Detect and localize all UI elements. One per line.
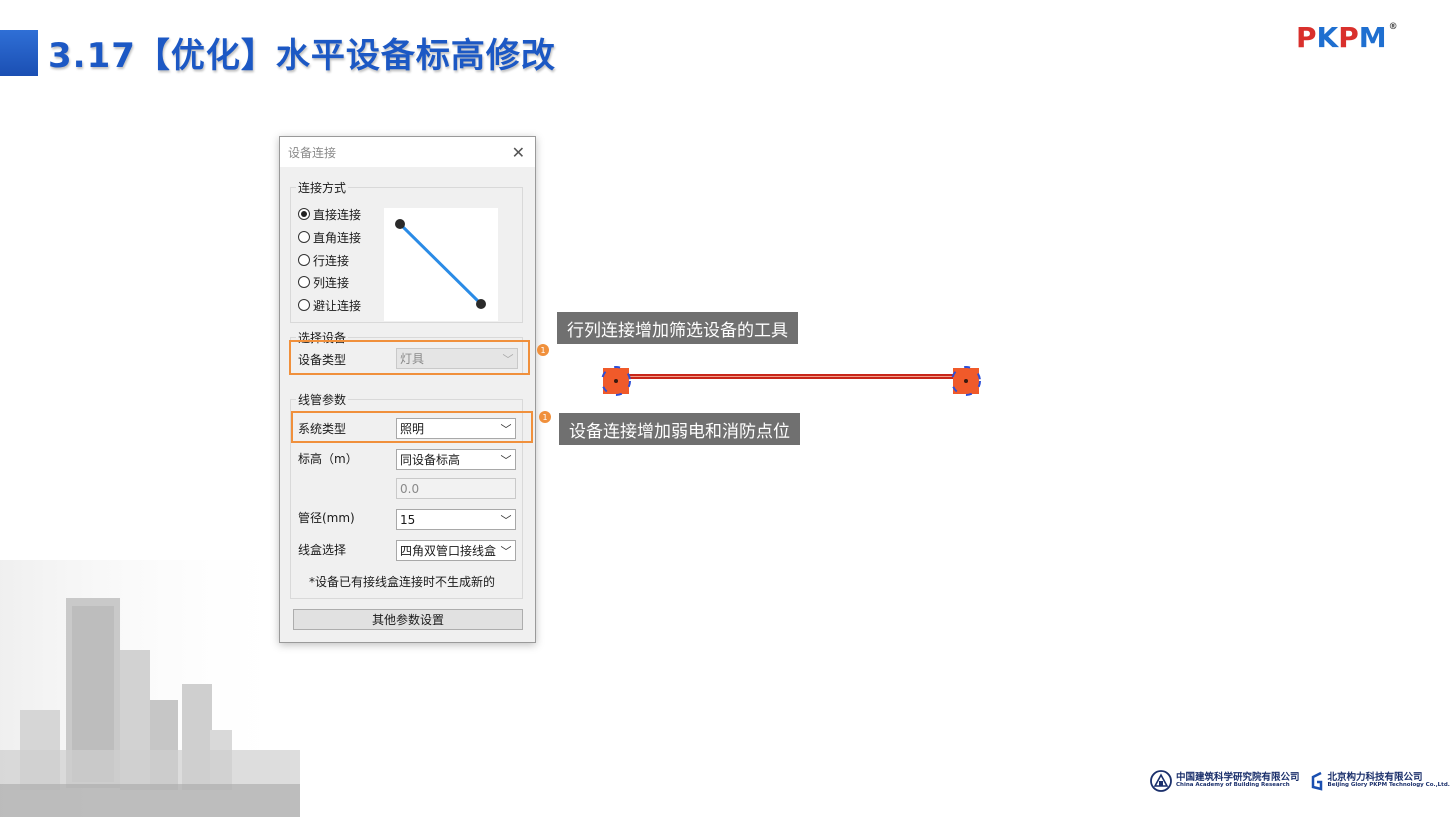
radio-unchecked-icon[interactable] <box>298 231 310 243</box>
diameter-select[interactable]: 15 ﹀ <box>396 509 516 530</box>
elevation-label: 标高（m） <box>298 452 358 466</box>
highlight-system-type <box>291 411 533 443</box>
registered-mark: ® <box>1388 22 1398 32</box>
chevron-down-icon: ﹀ <box>500 544 512 558</box>
diameter-value: 15 <box>400 512 416 527</box>
radio-avoid-connection[interactable]: 避让连接 <box>298 296 361 314</box>
junction-box-label: 线盒选择 <box>298 543 347 557</box>
elevation-input[interactable]: 0.0 <box>396 478 516 499</box>
footer-logo-cabr: 中国建筑科学研究院有限公司 China Academy of Building … <box>1150 770 1300 792</box>
device-node-left <box>601 366 631 396</box>
radio-unchecked-icon[interactable] <box>298 254 310 266</box>
radio-label: 避让连接 <box>313 298 362 313</box>
elevation-input-value: 0.0 <box>400 481 420 496</box>
city-background-image <box>0 560 300 817</box>
slide-title: 3.17【优化】水平设备标高修改 <box>48 36 556 76</box>
footer-logos: 中国建筑科学研究院有限公司 China Academy of Building … <box>1150 770 1450 792</box>
radio-label: 行连接 <box>313 253 350 268</box>
radio-direct-connection[interactable]: 直接连接 <box>298 205 361 223</box>
chevron-down-icon: ﹀ <box>500 513 512 527</box>
callout-row-column-filter: 行列连接增加筛选设备的工具 <box>557 312 798 344</box>
highlight-device-type <box>289 340 530 375</box>
elevation-select[interactable]: 同设备标高 ﹀ <box>396 449 516 470</box>
footer-logo-pkpm: 北京构力科技有限公司 Beijing Glory PKPM Technology… <box>1308 770 1450 792</box>
diameter-label: 管径(mm) <box>298 511 355 525</box>
junction-box-note: *设备已有接线盒连接时不生成新的 <box>309 575 496 589</box>
device-connection-dialog: 设备连接 ✕ 连接方式 直接连接 直角连接 行连接 列连接 避让连接 选择设备 … <box>279 136 536 643</box>
radio-label: 直角连接 <box>313 230 362 245</box>
radio-right-angle-connection[interactable]: 直角连接 <box>298 228 361 246</box>
logo-letter-p1: P <box>1296 21 1317 54</box>
badge-icon: 1 <box>539 411 551 423</box>
footer-org1-en: China Academy of Building Research <box>1176 782 1290 789</box>
logo-letter-k: K <box>1316 21 1339 54</box>
pkpm-g-logo-icon <box>1311 771 1322 791</box>
logo-letter-m: M <box>1358 21 1387 54</box>
radio-label: 直接连接 <box>313 207 362 222</box>
cabr-logo-icon <box>1150 770 1172 792</box>
close-icon[interactable]: ✕ <box>512 143 525 162</box>
group-label-conduit-params: 线管参数 <box>296 391 349 408</box>
pkpm-logo: P K P M ® <box>1296 21 1398 54</box>
group-label-connection-mode: 连接方式 <box>296 179 349 196</box>
connection-preview-image <box>384 208 498 321</box>
radio-label: 列连接 <box>313 275 350 290</box>
radio-column-connection[interactable]: 列连接 <box>298 273 349 291</box>
callout-weak-current-fire: 设备连接增加弱电和消防点位 <box>559 413 800 445</box>
device-node-right <box>951 366 981 396</box>
footer-org2-en: Beijing Glory PKPM Technology Co.,Ltd. <box>1327 782 1450 789</box>
elevation-value: 同设备标高 <box>400 453 461 467</box>
radio-row-connection[interactable]: 行连接 <box>298 251 349 269</box>
radio-checked-icon[interactable] <box>298 208 310 220</box>
other-parameters-button[interactable]: 其他参数设置 <box>293 609 523 630</box>
title-accent-bar <box>0 30 38 76</box>
junction-box-select[interactable]: 四角双管口接线盒 ﹀ <box>396 540 516 561</box>
device-connection-diagram <box>601 366 981 396</box>
radio-unchecked-icon[interactable] <box>298 299 310 311</box>
logo-letter-p2: P <box>1338 21 1359 54</box>
chevron-down-icon: ﹀ <box>500 453 512 467</box>
radio-unchecked-icon[interactable] <box>298 276 310 288</box>
junction-box-value: 四角双管口接线盒 <box>400 544 497 558</box>
dialog-title: 设备连接 <box>288 145 337 160</box>
badge-icon: 1 <box>537 344 549 356</box>
dialog-titlebar: 设备连接 ✕ <box>280 137 535 167</box>
